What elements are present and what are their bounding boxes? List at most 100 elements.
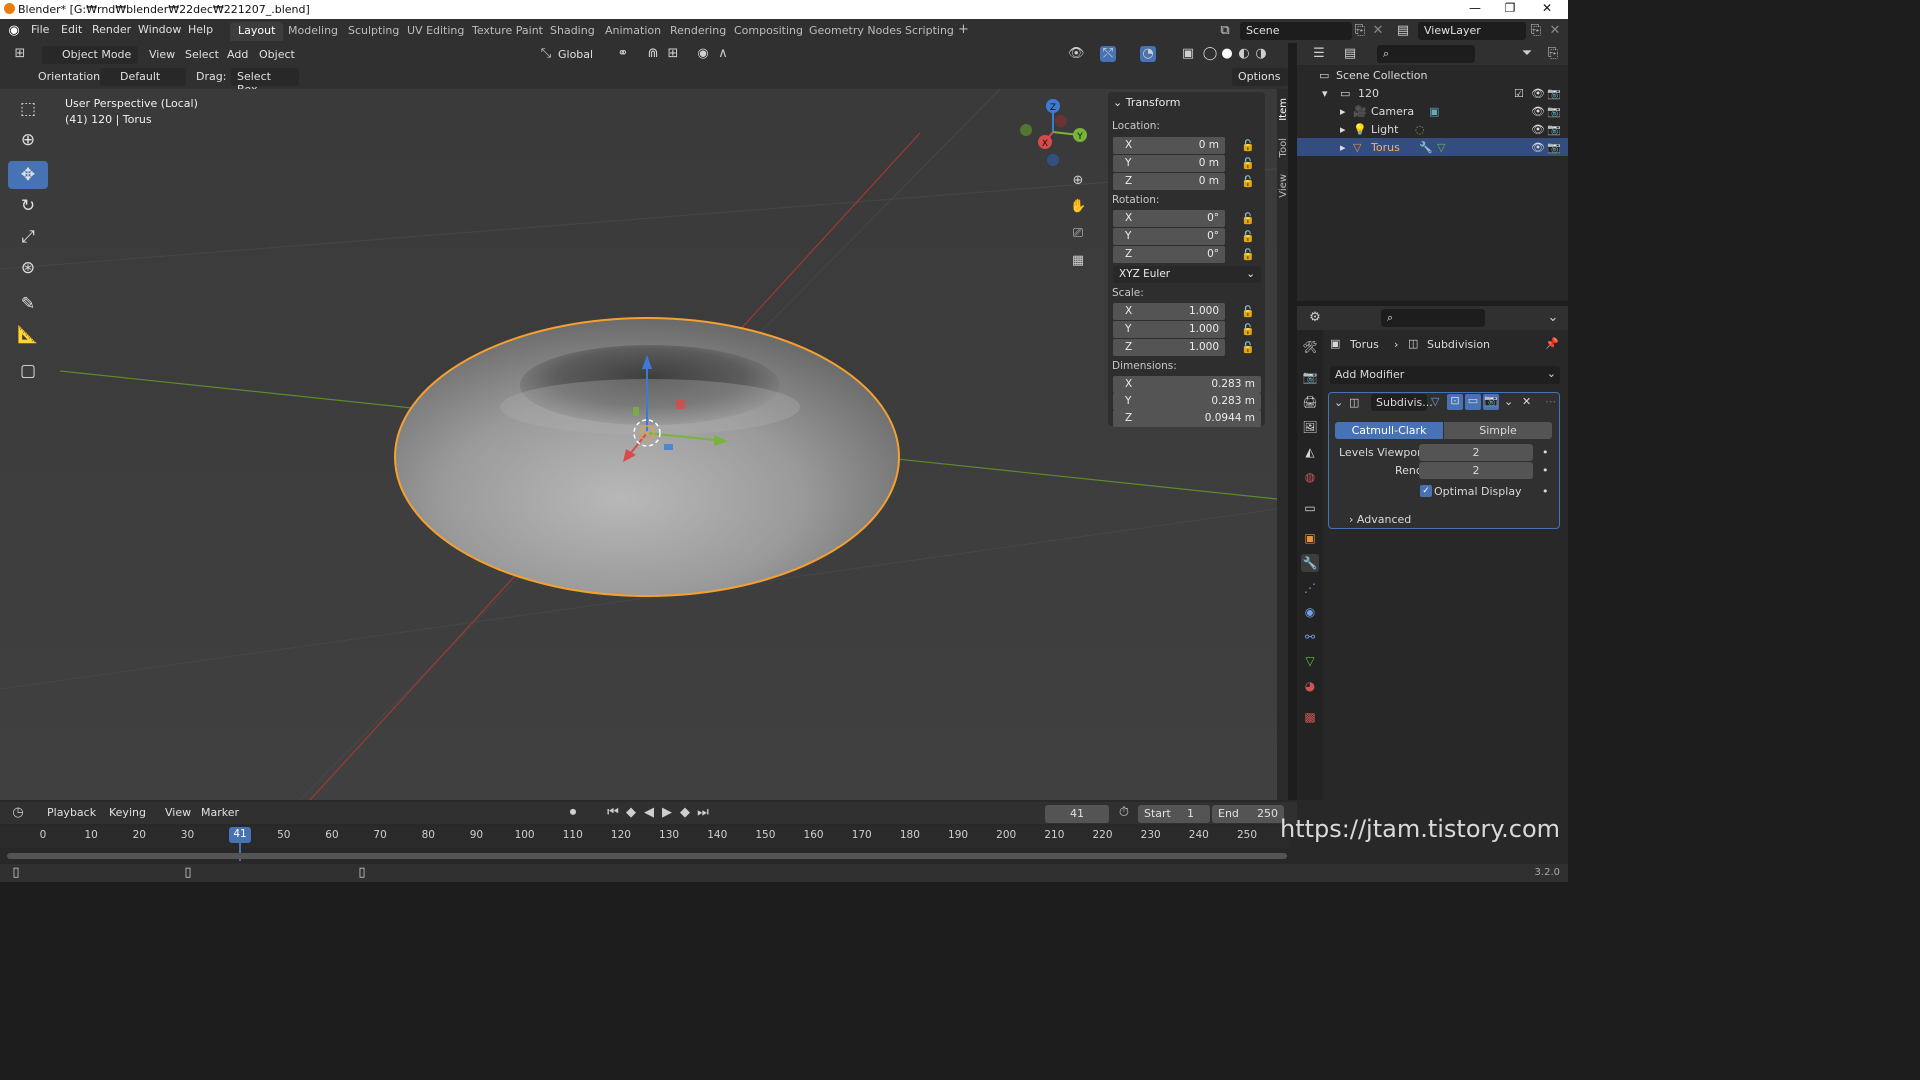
dimensions-z-field[interactable]: Z 0.0944 m	[1113, 410, 1261, 427]
menu-window[interactable]: Window	[138, 23, 181, 36]
lock-icon[interactable]: 🔓	[1241, 157, 1255, 170]
output-props-icon[interactable]: 🖨	[1301, 393, 1319, 411]
constraints-props-icon[interactable]: ⚯	[1301, 628, 1319, 646]
camera-render-icon[interactable]: 📷	[1547, 105, 1561, 118]
simple-button[interactable]: Simple	[1444, 422, 1552, 439]
tab-uv-editing[interactable]: UV Editing	[399, 22, 472, 41]
menu-marker[interactable]: Marker	[201, 806, 239, 819]
render-levels-field[interactable]: 2	[1419, 462, 1533, 479]
jump-end-icon[interactable]: ⏭	[695, 805, 711, 821]
collapse-arrow-icon[interactable]: ⌄	[1334, 396, 1343, 409]
material-props-icon[interactable]: ◕	[1301, 677, 1319, 695]
outliner-item-camera[interactable]: ▸ 🎥 Camera ▣ 👁 📷	[1297, 102, 1568, 120]
pan-hand-icon[interactable]: ✋	[1070, 199, 1086, 215]
lock-icon[interactable]: 🔓	[1241, 248, 1255, 261]
eye-icon[interactable]: 👁	[1531, 105, 1545, 118]
keyframe-dot-icon[interactable]: •	[1542, 464, 1549, 477]
menu-view[interactable]: View	[149, 48, 175, 61]
tab-tool[interactable]: Tool	[1278, 138, 1292, 157]
remove-modifier-icon[interactable]: ✕	[1522, 395, 1531, 408]
modifier-options-chevron-icon[interactable]: ⌄	[1504, 395, 1513, 408]
cursor-tool-icon[interactable]: ⊕	[8, 126, 48, 154]
end-frame-field[interactable]: End 250	[1212, 805, 1284, 823]
mode-dropdown[interactable]: Object Mode	[42, 46, 138, 64]
catmull-clark-button[interactable]: Catmull-Clark	[1335, 422, 1443, 439]
snap-icon[interactable]: ⋒	[645, 46, 661, 62]
tab-geometry-nodes[interactable]: Geometry Nodes	[801, 22, 910, 41]
expand-arrow-icon[interactable]: ▾	[1322, 87, 1328, 100]
add-workspace-button[interactable]: +	[950, 20, 977, 39]
play-reverse-icon[interactable]: ◀	[641, 805, 657, 821]
expand-arrow-icon[interactable]: ▸	[1340, 105, 1346, 118]
render-toggle-icon[interactable]: 📷	[1483, 394, 1499, 410]
lock-icon[interactable]: 🔓	[1241, 212, 1255, 225]
playhead[interactable]: 41	[229, 827, 251, 843]
dimensions-x-field[interactable]: X 0.283 m	[1113, 376, 1261, 393]
tool-props-icon[interactable]: 🛠	[1301, 338, 1319, 356]
delete-scene-icon[interactable]: ✕	[1370, 23, 1386, 39]
keyframe-dot-icon[interactable]: •	[1542, 446, 1549, 459]
scene-name-field[interactable]: Scene	[1240, 22, 1352, 40]
pivot-point-icon[interactable]: ⚭	[615, 46, 631, 62]
camera-render-icon[interactable]: 📷	[1547, 87, 1561, 100]
advanced-subpanel-toggle[interactable]: › Advanced	[1349, 513, 1411, 526]
camera-render-icon[interactable]: 📷	[1547, 123, 1561, 136]
drag-dropdown[interactable]: Select Box	[231, 68, 299, 96]
solid-shading-icon[interactable]: ●	[1219, 46, 1235, 62]
menu-add[interactable]: Add	[227, 48, 248, 61]
measure-tool-icon[interactable]: 📐	[8, 321, 48, 349]
tab-layout[interactable]: Layout	[230, 22, 284, 41]
keyframe-dot-icon[interactable]: •	[1542, 485, 1549, 498]
editor-type-icon[interactable]: ⊞	[12, 46, 28, 62]
record-icon[interactable]: ⏺	[565, 805, 581, 821]
rotation-x-field[interactable]: X 0°	[1113, 210, 1225, 227]
levels-viewport-field[interactable]: 2	[1419, 444, 1533, 461]
location-x-field[interactable]: X 0 m	[1113, 137, 1225, 154]
scale-y-field[interactable]: Y 1.000	[1113, 321, 1225, 338]
camera-render-icon[interactable]: 📷	[1547, 141, 1561, 154]
menu-help[interactable]: Help	[188, 23, 213, 36]
tab-item[interactable]: Item	[1278, 98, 1292, 121]
edit-mode-toggle-icon[interactable]: ▽	[1431, 395, 1439, 408]
outliner-collection-120[interactable]: ▾ ▭ 120 ☑ 👁 📷	[1297, 84, 1568, 102]
gizmo-toggle-icon[interactable]: ⤲	[1100, 46, 1116, 62]
tab-animation[interactable]: Animation	[597, 22, 669, 41]
modifier-name-field[interactable]: Subdivis...	[1371, 394, 1433, 411]
physics-props-icon[interactable]: ◉	[1301, 603, 1319, 621]
close-button[interactable]: ✕	[1532, 1, 1562, 17]
new-scene-icon[interactable]: ⎘	[1352, 23, 1368, 39]
overlay-toggle-icon[interactable]: ◔	[1140, 46, 1156, 62]
lock-icon[interactable]: 🔓	[1241, 305, 1255, 318]
outliner-scene-collection[interactable]: ▭ Scene Collection	[1297, 66, 1568, 84]
menu-view-timeline[interactable]: View	[165, 806, 191, 819]
stopwatch-icon[interactable]: ⏱	[1116, 805, 1132, 821]
dimensions-y-field[interactable]: Y 0.283 m	[1113, 393, 1261, 410]
timeline-editor-icon[interactable]: ◷	[10, 805, 26, 821]
ortho-grid-icon[interactable]: ▦	[1070, 253, 1086, 269]
rotation-mode-dropdown[interactable]: XYZ Euler ⌄	[1113, 266, 1261, 283]
lock-icon[interactable]: 🔓	[1241, 341, 1255, 354]
scene-props-icon[interactable]: ◭	[1301, 443, 1319, 461]
modifier-props-icon[interactable]: 🔧	[1301, 554, 1319, 572]
lock-icon[interactable]: 🔓	[1241, 139, 1255, 152]
expand-arrow-icon[interactable]: ▸	[1340, 141, 1346, 154]
add-cube-tool-icon[interactable]: ▢	[8, 357, 48, 385]
scale-x-field[interactable]: X 1.000	[1113, 303, 1225, 320]
menu-keying[interactable]: Keying	[109, 806, 146, 819]
view-layer-field[interactable]: ViewLayer	[1418, 22, 1526, 40]
camera-view-icon[interactable]: ⎚	[1070, 226, 1086, 242]
collection-props-icon[interactable]: ▭	[1301, 499, 1319, 517]
current-frame-field[interactable]: 41	[1045, 805, 1109, 823]
tab-rendering[interactable]: Rendering	[662, 22, 734, 41]
world-props-icon[interactable]: ◍	[1301, 468, 1319, 486]
viewport-toggle-icon[interactable]: ▭	[1465, 394, 1481, 410]
annotate-tool-icon[interactable]: ✎	[8, 290, 48, 318]
options-dropdown[interactable]: Options	[1232, 68, 1288, 86]
on-cage-toggle-icon[interactable]: ⊡	[1447, 394, 1463, 410]
rotation-y-field[interactable]: Y 0°	[1113, 228, 1225, 245]
properties-search-input[interactable]: ⌕	[1381, 309, 1485, 327]
menu-file[interactable]: File	[31, 23, 49, 36]
xray-icon[interactable]: ▣	[1180, 46, 1196, 62]
expand-arrow-icon[interactable]: ▸	[1340, 123, 1346, 136]
tab-shading[interactable]: Shading	[542, 22, 603, 41]
